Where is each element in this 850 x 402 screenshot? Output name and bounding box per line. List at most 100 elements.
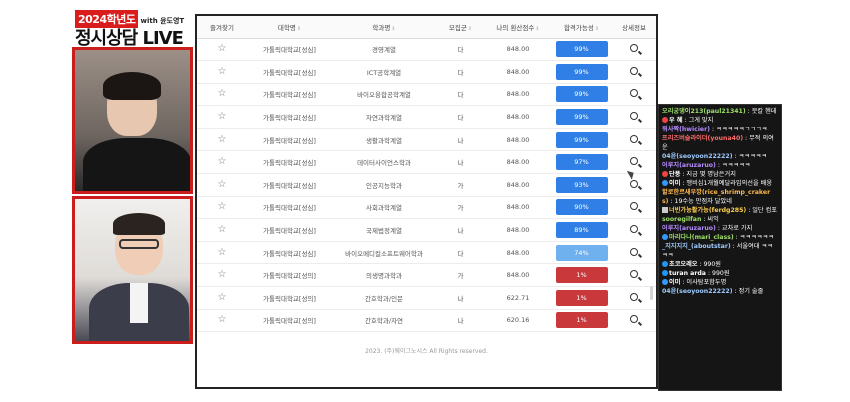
probability-badge: 99% [555, 131, 608, 148]
star-icon[interactable]: ☆ [218, 111, 227, 122]
favorite-cell: ☆ [197, 150, 247, 175]
chat-message: 할로한르새우깡(rice_shrimp_craker s) : 19수능 만점자… [662, 188, 778, 206]
university-cell: 가톨릭대학교[성심] [247, 241, 332, 265]
probability-badge: 1% [555, 267, 608, 284]
star-icon[interactable]: ☆ [218, 66, 227, 77]
detail-cell [612, 218, 656, 242]
search-icon[interactable] [630, 89, 638, 98]
search-icon[interactable] [630, 179, 638, 188]
department-cell: 국제법정계열 [332, 218, 436, 242]
star-icon[interactable]: ☆ [218, 156, 227, 167]
search-icon[interactable] [630, 270, 638, 279]
probability-cell: 1% [551, 286, 612, 310]
search-icon[interactable] [630, 134, 638, 143]
search-icon[interactable] [630, 225, 638, 234]
score-cell: 848.00 [485, 60, 551, 84]
star-icon[interactable]: ☆ [218, 179, 227, 190]
star-icon[interactable]: ☆ [218, 88, 227, 99]
chat-text: : 990원 [699, 261, 721, 268]
chat-username[interactable]: 워사짝(hwicier) [662, 126, 710, 133]
star-icon[interactable]: ☆ [218, 269, 227, 280]
star-icon[interactable]: ☆ [218, 314, 227, 325]
chat-username[interactable]: sooregilfan [662, 216, 701, 223]
search-icon[interactable] [630, 292, 638, 301]
chat-message: 이미 : 맹비심1개월예달라임의선을 배웅 [662, 179, 778, 188]
chat-username[interactable]: 어루지(aruzaruo) [662, 162, 716, 169]
chat-text: : 교차로 가지 [717, 225, 753, 232]
group-cell: 나 [436, 309, 485, 333]
probability-badge: 99% [555, 86, 608, 103]
star-icon[interactable]: ☆ [218, 201, 227, 212]
group-cell: 다 [436, 241, 485, 265]
chat-username[interactable]: 우 혜 [669, 117, 683, 124]
chat-username[interactable]: 너빈가능활가능(ferdg285) [669, 207, 746, 214]
chat-text: : ㅋㅋㅋㅋㅋㄱㄱㄱㅋ [711, 126, 768, 133]
chat-message: 마리다나(mari_class) : ㅋㅋㅋㅋㅋㅋ [662, 233, 778, 242]
chat-username[interactable]: 오리궁댕이213(paul21341) [662, 108, 746, 115]
chat-username[interactable]: 초코오레오 [669, 261, 697, 268]
admission-table-panel: 즐겨찾기 대학명⇕ 학과명⇕ 모집군⇕ 나의 환산점수⇕ 합격가능성⇕ 상세정보… [195, 14, 658, 389]
glasses [119, 239, 159, 249]
search-icon[interactable] [630, 247, 638, 256]
chat-username[interactable]: turan arda [669, 270, 706, 277]
group-cell: 나 [436, 286, 485, 310]
col-header-score[interactable]: 나의 환산점수⇕ [485, 16, 551, 39]
search-icon[interactable] [630, 157, 638, 166]
search-icon[interactable] [630, 44, 638, 53]
search-icon[interactable] [630, 112, 638, 121]
chat-text: : 일단 컴포 [748, 207, 777, 214]
chat-message: 프리즈버슬라이더(youna40) : 무적 의여운 [662, 134, 778, 152]
score-cell: 848.00 [485, 105, 551, 129]
col-header-department[interactable]: 학과명⇕ [332, 16, 436, 39]
probability-badge: 74% [555, 244, 608, 261]
group-cell: 다 [436, 105, 485, 129]
year-tag: 2024학년도 [75, 10, 139, 28]
col-header-favorite[interactable]: 즐겨찾기 [197, 16, 247, 39]
group-cell: 나 [436, 150, 485, 175]
favorite-cell: ☆ [197, 286, 247, 310]
donation-icon [662, 270, 668, 276]
chat-username[interactable]: 프리즈버슬라이더(youna40) [662, 135, 743, 142]
detail-cell [612, 105, 656, 129]
chat-username[interactable]: 단풍 [669, 171, 680, 178]
table-row: ☆ 가톨릭대학교[성심] 데이터사이언스학과 나 848.00 97% [197, 150, 656, 175]
department-cell: 간호학과/인문 [332, 286, 436, 310]
chat-username[interactable]: 04윤(seoyoon22222) [662, 153, 733, 160]
table-row: ☆ 가톨릭대학교[성심] 생활과학계열 나 848.00 99% [197, 128, 656, 152]
chat-username[interactable]: 어루지(aruzaruo) [662, 225, 716, 232]
probability-badge: 90% [555, 199, 608, 216]
star-icon[interactable]: ☆ [218, 247, 227, 258]
group-cell: 나 [436, 218, 485, 242]
chat-username[interactable]: 이미 [669, 279, 680, 286]
search-icon[interactable] [630, 66, 638, 75]
sort-icon: ⇕ [296, 25, 302, 32]
search-icon[interactable] [630, 315, 638, 324]
star-icon[interactable]: ☆ [218, 292, 227, 303]
chat-username[interactable]: 마리다나(mari_class) [669, 234, 734, 241]
chat-message: 단풍 : 지금 몇 명남은거지 [662, 170, 778, 179]
star-icon[interactable]: ☆ [218, 43, 227, 54]
chat-username[interactable]: 이미 [669, 180, 680, 187]
chat-username[interactable]: _지지지지_(aboutstar) [662, 243, 731, 250]
copyright-footer: 2023. (주)웨이그노시스 All Rights reserved. [365, 348, 488, 355]
score-cell: 848.00 [485, 263, 551, 288]
chat-text: : ㅋㅋㅋㅋㅋ [734, 153, 768, 160]
chat-username[interactable]: 04윤(seoyoon22222) [662, 288, 733, 295]
department-cell: ICT공학계열 [332, 60, 436, 84]
chat-text: : ㅋㅋㅋㅋㅋㅋ [735, 234, 774, 241]
department-cell: 경영계열 [332, 38, 436, 62]
col-header-group[interactable]: 모집군⇕ [436, 16, 485, 39]
chat-message: 오리궁댕이213(paul21341) : 뭇칼 헨데 [662, 107, 778, 116]
scrollbar[interactable] [650, 286, 653, 300]
star-icon[interactable]: ☆ [218, 134, 227, 145]
department-cell: 바이오메디컬소프트웨어학과 [332, 241, 436, 265]
col-header-probability[interactable]: 합격가능성⇕ [551, 16, 612, 39]
col-header-university[interactable]: 대학명⇕ [247, 16, 332, 39]
star-icon[interactable]: ☆ [218, 224, 227, 235]
group-cell: 다 [436, 38, 485, 62]
probability-cell: 90% [551, 196, 612, 220]
badge-icon [662, 171, 668, 177]
search-icon[interactable] [630, 202, 638, 211]
probability-cell: 99% [551, 105, 612, 129]
probability-cell: 89% [551, 218, 612, 242]
